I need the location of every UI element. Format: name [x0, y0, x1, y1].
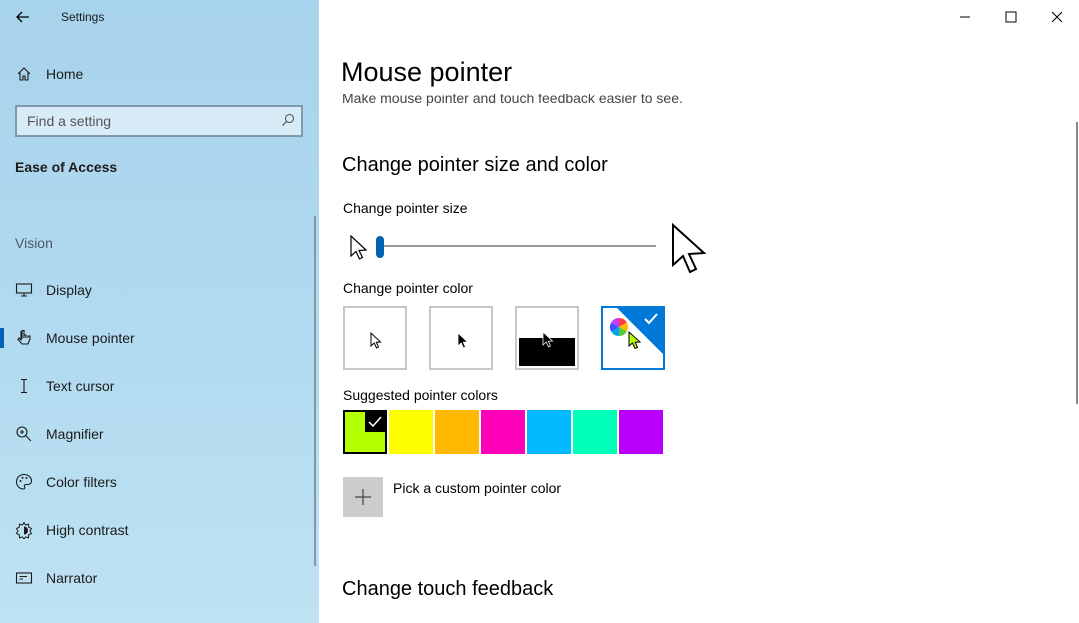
inverted-pointer-icon — [542, 331, 554, 348]
section-title: Ease of Access — [15, 159, 118, 175]
color-swatch[interactable] — [343, 410, 387, 454]
color-swatch[interactable] — [435, 410, 479, 454]
white-pointer-icon — [370, 331, 382, 349]
pointer-color-label: Change pointer color — [343, 280, 473, 296]
suggested-colors-label: Suggested pointer colors — [343, 387, 498, 403]
color-swatch[interactable] — [573, 410, 617, 454]
pointer-color-white-option[interactable] — [343, 306, 407, 370]
color-filters-icon — [14, 472, 34, 492]
pointer-color-inverted-option[interactable] — [515, 306, 579, 370]
page-subtitle-clip: Make mouse pointer and touch feedback ea… — [342, 94, 942, 106]
sidebar-item-label: High contrast — [46, 522, 129, 538]
section-heading-size-color: Change pointer size and color — [342, 154, 608, 176]
sidebar-item-label: Color filters — [46, 474, 117, 490]
checkmark-icon — [644, 313, 658, 325]
black-pointer-icon — [457, 332, 469, 349]
color-swatch[interactable] — [619, 410, 663, 454]
plus-icon — [355, 489, 371, 505]
sidebar: Settings Home Find a setting Ease of Acc… — [0, 0, 319, 623]
home-nav-item[interactable]: Home — [0, 54, 319, 94]
maximize-button[interactable] — [988, 0, 1034, 34]
section-heading-touch-feedback: Change touch feedback — [342, 578, 554, 600]
search-input[interactable]: Find a setting — [15, 105, 303, 137]
main-content: Mouse pointer Make mouse pointer and tou… — [319, 0, 1079, 623]
text-cursor-icon — [14, 376, 34, 396]
swatch-selected-corner — [365, 412, 385, 432]
mouse-pointer-icon — [14, 328, 34, 348]
pointer-size-label: Change pointer size — [343, 200, 468, 216]
sidebar-item-label: Mouse pointer — [46, 330, 135, 346]
large-pointer-icon — [672, 222, 707, 274]
sidebar-item-label: Narrator — [46, 570, 98, 586]
page-title: Mouse pointer — [341, 57, 513, 87]
sidebar-item-mouse-pointer[interactable]: Mouse pointer — [0, 318, 319, 358]
sidebar-item-magnifier[interactable]: Magnifier — [0, 414, 319, 454]
page-subtitle: Make mouse pointer and touch feedback ea… — [342, 94, 683, 106]
sidebar-item-label: Text cursor — [46, 378, 115, 394]
sidebar-item-narrator[interactable]: Narrator — [0, 558, 319, 598]
color-swatch[interactable] — [481, 410, 525, 454]
sidebar-item-color-filters[interactable]: Color filters — [0, 462, 319, 502]
group-label: Vision — [15, 235, 53, 251]
slider-track — [376, 245, 656, 247]
search-placeholder: Find a setting — [27, 113, 112, 129]
color-swatch[interactable] — [527, 410, 571, 454]
pointer-color-black-option[interactable] — [429, 306, 493, 370]
custom-color-button[interactable] — [343, 477, 383, 517]
sidebar-item-high-contrast[interactable]: High contrast — [0, 510, 319, 550]
home-label: Home — [46, 66, 84, 82]
close-button[interactable] — [1034, 0, 1079, 34]
sidebar-item-text-cursor[interactable]: Text cursor — [0, 366, 319, 406]
slider-thumb[interactable] — [376, 236, 384, 258]
close-icon — [1051, 11, 1063, 23]
pointer-size-slider[interactable] — [376, 236, 658, 258]
sidebar-scrollbar[interactable] — [314, 216, 316, 566]
back-arrow-icon — [16, 11, 29, 23]
checkmark-icon — [368, 416, 382, 428]
search-icon[interactable] — [281, 113, 295, 132]
home-icon — [14, 64, 34, 84]
minimize-button[interactable] — [942, 0, 988, 34]
sidebar-item-label: Magnifier — [46, 426, 104, 442]
main-scrollbar[interactable] — [1076, 122, 1078, 404]
lime-pointer-icon — [628, 330, 642, 350]
small-pointer-icon — [350, 234, 368, 260]
magnifier-icon — [14, 424, 34, 444]
sidebar-item-label: Display — [46, 282, 92, 298]
narrator-icon — [14, 568, 34, 588]
app-title: Settings — [61, 10, 105, 24]
pointer-color-custom-option[interactable] — [601, 306, 665, 370]
color-swatch[interactable] — [389, 410, 433, 454]
custom-color-label[interactable]: Pick a custom pointer color — [393, 480, 561, 496]
sidebar-item-display[interactable]: Display — [0, 270, 319, 310]
high-contrast-icon — [14, 520, 34, 540]
monitor-icon — [14, 280, 34, 300]
back-button[interactable] — [0, 0, 46, 34]
maximize-icon — [1005, 11, 1017, 23]
color-wheel-icon — [609, 318, 629, 336]
minimize-icon — [960, 16, 970, 18]
